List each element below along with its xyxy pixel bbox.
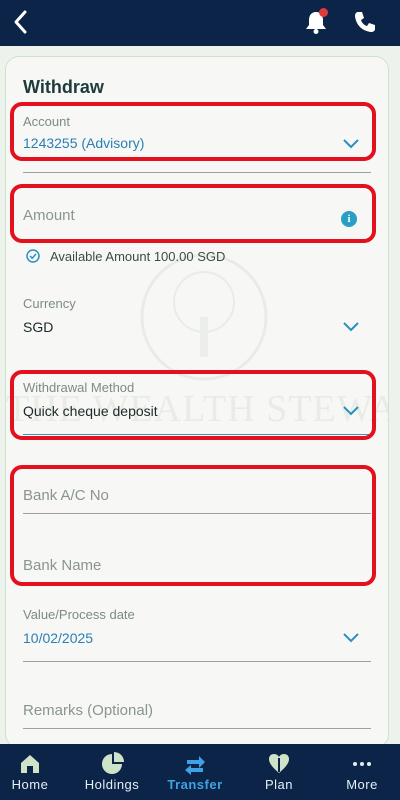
bottom-navigation: Home Holdings Transfer Plan More [0,744,400,800]
notification-button[interactable] [302,8,330,36]
remarks-input[interactable]: Remarks (Optional) [23,702,371,732]
chevron-down-icon [343,633,359,643]
nav-item-home[interactable]: Home [0,744,70,800]
highlight-box-withdrawal-method [10,370,376,440]
notification-badge [319,8,328,17]
remarks-placeholder: Remarks (Optional) [23,702,154,719]
home-icon [21,755,39,773]
available-amount-text: Available Amount 100.00 SGD [50,249,226,264]
page-title: Withdraw [23,77,104,97]
nav-item-holdings[interactable]: Holdings [72,744,152,800]
nav-label-more: More [346,777,378,792]
value-date-value: 10/02/2025 [23,630,94,646]
remarks-underline [23,728,371,729]
value-date-select[interactable]: Value/Process date 10/02/2025 [23,607,371,663]
account-underline [23,172,371,173]
phone-icon[interactable] [352,9,378,35]
top-bar [0,0,400,46]
nav-item-transfer[interactable]: Transfer [155,744,235,800]
highlight-box-amount [10,184,376,243]
check-circle-icon [26,249,40,263]
value-date-label: Value/Process date [23,607,135,622]
chevron-down-icon [343,322,359,332]
nav-label-holdings: Holdings [84,777,140,792]
back-icon[interactable] [10,8,32,36]
nav-item-plan[interactable]: Plan [239,744,319,800]
value-date-underline [23,661,371,662]
more-icon [353,762,371,766]
highlight-box-bank-details [10,465,376,586]
nav-label-plan: Plan [264,777,294,792]
pie-chart-icon [102,752,124,774]
currency-select[interactable]: Currency SGD [23,296,371,346]
transfer-icon [185,756,205,775]
currency-value: SGD [23,319,54,335]
nav-item-more[interactable]: More [322,744,400,800]
highlight-box-account [10,102,376,161]
nav-label-home: Home [11,777,49,792]
currency-label: Currency [23,296,76,311]
plan-icon [269,754,289,773]
nav-label-transfer: Transfer [167,777,223,792]
